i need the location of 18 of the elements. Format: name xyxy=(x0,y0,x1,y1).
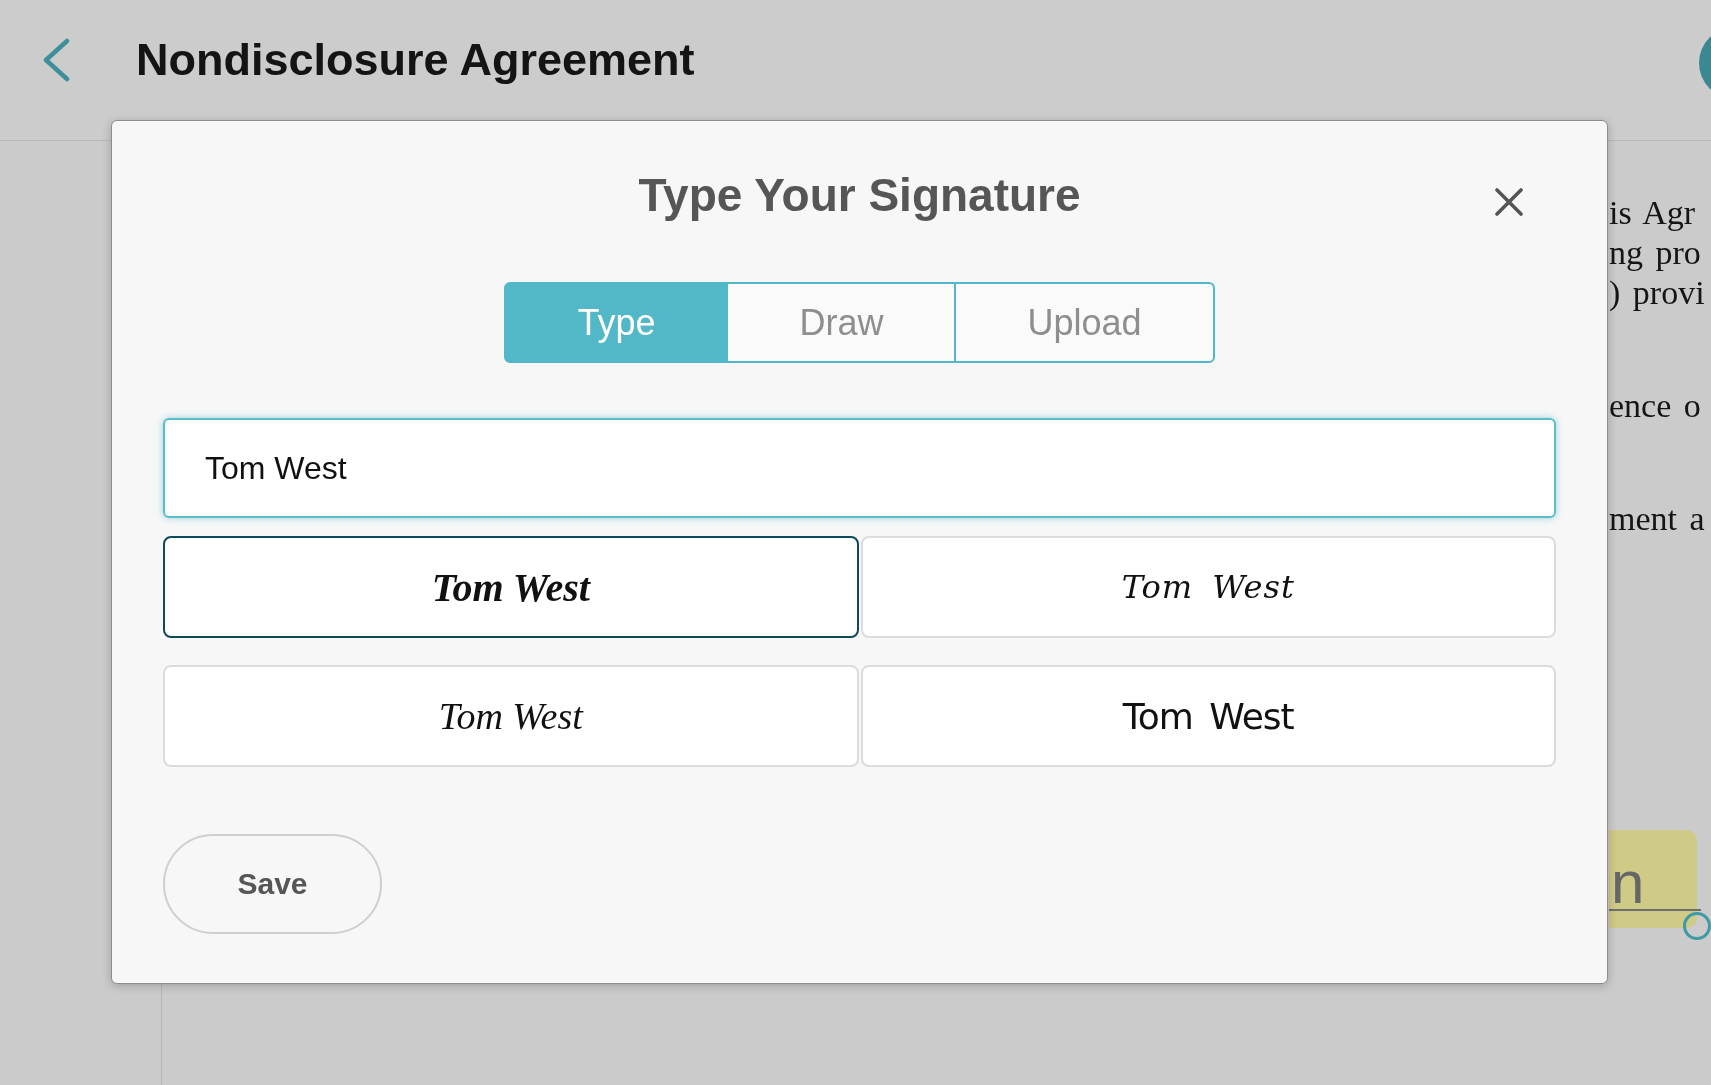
page-title: Nondisclosure Agreement xyxy=(136,33,695,87)
name-input[interactable]: Tom West xyxy=(163,418,1556,518)
signature-option[interactable]: Tom West xyxy=(163,665,859,767)
resize-handle[interactable] xyxy=(1683,912,1711,940)
document-text: ) provi xyxy=(1609,273,1705,313)
document-text: ment a xyxy=(1609,499,1705,539)
signature-option[interactable]: Tom West xyxy=(860,665,1556,767)
document-text: ng pro xyxy=(1609,233,1701,273)
back-icon[interactable] xyxy=(41,38,71,82)
field-text: n xyxy=(1611,857,1645,909)
signature-option[interactable]: Tom West xyxy=(860,536,1556,638)
signature-option[interactable]: Tom West xyxy=(163,536,859,638)
close-button[interactable] xyxy=(1495,188,1523,216)
document-text: is Agr xyxy=(1609,193,1696,233)
document-text: ence o xyxy=(1609,386,1701,426)
save-button[interactable]: Save xyxy=(163,834,382,934)
dialog-title: Type Your Signature xyxy=(638,168,1081,223)
close-icon xyxy=(1495,188,1523,216)
